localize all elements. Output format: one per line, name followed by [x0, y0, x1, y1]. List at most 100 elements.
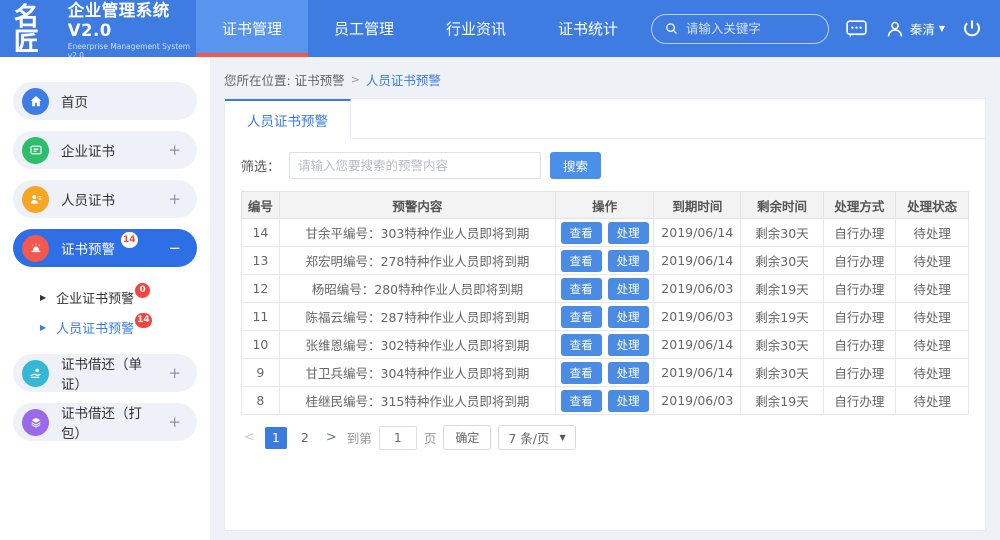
- global-search-input[interactable]: [686, 21, 806, 36]
- table-row: 12 杨昭编号：280特种作业人员即将到期 查看处理 2019/06/03 剩余…: [242, 275, 969, 303]
- search-button[interactable]: 搜索: [550, 152, 601, 179]
- breadcrumb: 您所在位置: 证书预警 > 人员证书预警: [224, 70, 986, 89]
- submenu-company-cert-alerts[interactable]: ▶ 企业证书预警 0: [0, 282, 210, 312]
- filter-label: 筛选：: [241, 156, 280, 175]
- handle-button[interactable]: 处理: [608, 362, 649, 384]
- tab-bar: 人员证书预警: [225, 99, 985, 139]
- alert-count-badge: 14: [121, 232, 138, 248]
- breadcrumb-current[interactable]: 人员证书预警: [366, 70, 441, 89]
- confirm-button[interactable]: 确定: [443, 425, 491, 450]
- col-method: 处理方式: [823, 192, 896, 219]
- company-alert-badge: 0: [135, 283, 150, 298]
- remaining-days: 剩余19天: [741, 275, 823, 303]
- global-search[interactable]: [651, 14, 829, 44]
- sidebar: 首页 企业证书 + 人员证书 + 证书预警 14 − ▶: [0, 57, 210, 540]
- tab-person-cert-alerts[interactable]: 人员证书预警: [225, 99, 351, 139]
- goto-page-input[interactable]: [379, 426, 417, 450]
- nav-cert-stats[interactable]: 证书统计: [532, 0, 644, 57]
- person-card-icon: [22, 186, 49, 213]
- col-action: 操作: [556, 192, 654, 219]
- top-header: 名匠 企业管理系统V2.0 Eneerprise Management Syst…: [0, 0, 1000, 57]
- view-button[interactable]: 查看: [561, 334, 602, 356]
- sidebar-item-cert-alerts[interactable]: 证书预警 14 −: [13, 229, 197, 267]
- alarm-icon: [22, 235, 49, 262]
- table-row: 11 陈福云编号：287特种作业人员即将到期 查看处理 2019/06/03 剩…: [242, 303, 969, 331]
- sidebar-item-person-certs[interactable]: 人员证书 +: [13, 180, 197, 218]
- per-page-select[interactable]: 7 条/页 ▼: [498, 425, 575, 450]
- page-1[interactable]: 1: [265, 427, 287, 449]
- sidebar-item-home[interactable]: 首页: [13, 82, 197, 120]
- alerts-table: 编号 预警内容 操作 到期时间 剩余时间 处理方式 处理状态 14 甘余平编号：…: [241, 191, 969, 415]
- table-row: 10 张维恩编号：302特种作业人员即将到期 查看处理 2019/06/14 剩…: [242, 331, 969, 359]
- plus-icon[interactable]: +: [168, 190, 181, 208]
- submenu-person-cert-alerts[interactable]: ▶ 人员证书预警 14: [0, 312, 210, 342]
- view-button[interactable]: 查看: [561, 222, 602, 244]
- col-id: 编号: [242, 192, 280, 219]
- plus-icon[interactable]: +: [168, 141, 181, 159]
- header-right: 秦清 ▼: [651, 0, 1000, 57]
- table-row: 8 桂继民编号：315特种作业人员即将到期 查看处理 2019/06/03 剩余…: [242, 387, 969, 415]
- handle-button[interactable]: 处理: [608, 390, 649, 412]
- logo: 名匠 企业管理系统V2.0 Eneerprise Management Syst…: [0, 0, 196, 57]
- page-unit-label: 页: [424, 428, 437, 447]
- prev-page-icon[interactable]: <: [241, 430, 258, 445]
- remaining-days: 剩余30天: [741, 331, 823, 359]
- cert-alerts-submenu: ▶ 企业证书预警 0 ▶ 人员证书预警 14: [0, 278, 210, 354]
- view-button[interactable]: 查看: [561, 250, 602, 272]
- sidebar-item-borrow-pack[interactable]: 证书借还（打包） +: [13, 403, 197, 441]
- arrow-right-icon: ▶: [40, 293, 46, 302]
- pagination: < 1 2 > 到第 页 确定 7 条/页 ▼: [241, 425, 969, 450]
- sidebar-item-company-certs[interactable]: 企业证书 +: [13, 131, 197, 169]
- arrow-right-icon: ▶: [40, 323, 46, 332]
- username-label: 秦清: [910, 19, 935, 38]
- filter-input[interactable]: [289, 152, 541, 179]
- page-2[interactable]: 2: [294, 427, 316, 449]
- nav-cert-management[interactable]: 证书管理: [196, 0, 308, 57]
- hand-borrow-icon: [22, 360, 49, 387]
- view-button[interactable]: 查看: [561, 390, 602, 412]
- handle-button[interactable]: 处理: [608, 222, 649, 244]
- home-icon: [22, 88, 49, 115]
- breadcrumb-prefix: 您所在位置: 证书预警: [224, 70, 345, 89]
- table-row: 13 郑宏明编号：278特种作业人员即将到期 查看处理 2019/06/14 剩…: [242, 247, 969, 275]
- user-menu[interactable]: 秦清 ▼: [884, 18, 945, 40]
- person-alert-badge: 14: [135, 313, 152, 328]
- certificate-icon: [22, 137, 49, 164]
- logout-power-icon[interactable]: [960, 17, 984, 41]
- breadcrumb-separator: >: [351, 73, 360, 86]
- handle-button[interactable]: 处理: [608, 250, 649, 272]
- next-page-icon[interactable]: >: [323, 430, 340, 445]
- main-content: 您所在位置: 证书预警 > 人员证书预警 人员证书预警 筛选： 搜索 编号 预警…: [210, 57, 1000, 540]
- plus-icon[interactable]: +: [168, 364, 181, 382]
- user-icon: [884, 18, 906, 40]
- handle-button[interactable]: 处理: [608, 278, 649, 300]
- caret-down-icon: ▼: [560, 434, 566, 442]
- logo-mark: 名匠: [14, 4, 60, 54]
- package-icon: [22, 409, 49, 436]
- view-button[interactable]: 查看: [561, 278, 602, 300]
- remaining-days: 剩余30天: [741, 247, 823, 275]
- col-status: 处理状态: [896, 192, 969, 219]
- app-title: 企业管理系统V2.0: [68, 0, 196, 40]
- table-header-row: 编号 预警内容 操作 到期时间 剩余时间 处理方式 处理状态: [242, 192, 969, 219]
- table-row: 14 甘余平编号：303特种作业人员即将到期 查看处理 2019/06/14 剩…: [242, 219, 969, 247]
- nav-industry-news[interactable]: 行业资讯: [420, 0, 532, 57]
- sidebar-item-borrow-single[interactable]: 证书借还（单证） +: [13, 354, 197, 392]
- handle-button[interactable]: 处理: [608, 334, 649, 356]
- plus-icon[interactable]: +: [168, 413, 181, 431]
- main-nav: 证书管理 员工管理 行业资讯 证书统计: [196, 0, 644, 57]
- filter-row: 筛选： 搜索: [225, 139, 985, 189]
- messages-icon[interactable]: [844, 16, 869, 41]
- view-button[interactable]: 查看: [561, 362, 602, 384]
- search-icon: [664, 21, 679, 36]
- remaining-days: 剩余19天: [741, 303, 823, 331]
- remaining-days: 剩余19天: [741, 387, 823, 415]
- minus-icon[interactable]: −: [168, 239, 181, 257]
- handle-button[interactable]: 处理: [608, 306, 649, 328]
- caret-down-icon: ▼: [939, 25, 945, 33]
- view-button[interactable]: 查看: [561, 306, 602, 328]
- col-due: 到期时间: [654, 192, 741, 219]
- app-window: 名匠 企业管理系统V2.0 Eneerprise Management Syst…: [0, 0, 1000, 540]
- nav-staff-management[interactable]: 员工管理: [308, 0, 420, 57]
- goto-label: 到第: [347, 428, 372, 447]
